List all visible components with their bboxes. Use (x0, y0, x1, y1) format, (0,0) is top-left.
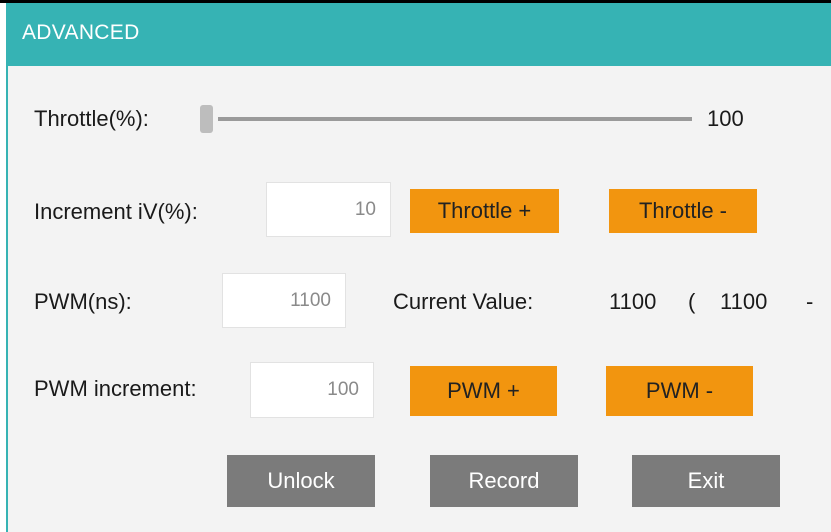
range-open-paren: ( (688, 289, 696, 314)
range-start-value: 1100 (720, 289, 768, 314)
advanced-panel: ADVANCED (6, 3, 831, 532)
throttle-slider-track[interactable] (218, 117, 692, 121)
pwm-increment-input[interactable]: 100 (250, 362, 374, 418)
throttle-slider-thumb[interactable] (200, 105, 213, 133)
exit-button[interactable]: Exit (632, 455, 780, 507)
current-value: 1100 (609, 289, 657, 314)
pwm-minus-button[interactable]: PWM - (606, 366, 753, 416)
record-button[interactable]: Record (430, 455, 578, 507)
pwm-plus-button[interactable]: PWM + (410, 366, 557, 416)
panel-header: ADVANCED (8, 3, 831, 66)
throttle-minus-button[interactable]: Throttle - (609, 189, 757, 233)
pwm-increment-label: PWM increment: (34, 376, 197, 401)
increment-input[interactable]: 10 (266, 182, 391, 237)
throttle-label: Throttle(%): (34, 106, 149, 131)
throttle-value: 100 (707, 106, 744, 131)
throttle-plus-button[interactable]: Throttle + (410, 189, 559, 233)
pwm-label: PWM(ns): (34, 289, 132, 314)
increment-label: Increment iV(%): (34, 199, 198, 224)
pwm-input[interactable]: 1100 (222, 273, 346, 328)
range-dash: - (806, 289, 814, 314)
unlock-button[interactable]: Unlock (227, 455, 375, 507)
panel-title: ADVANCED (22, 21, 140, 44)
current-value-label: Current Value: (393, 289, 534, 314)
